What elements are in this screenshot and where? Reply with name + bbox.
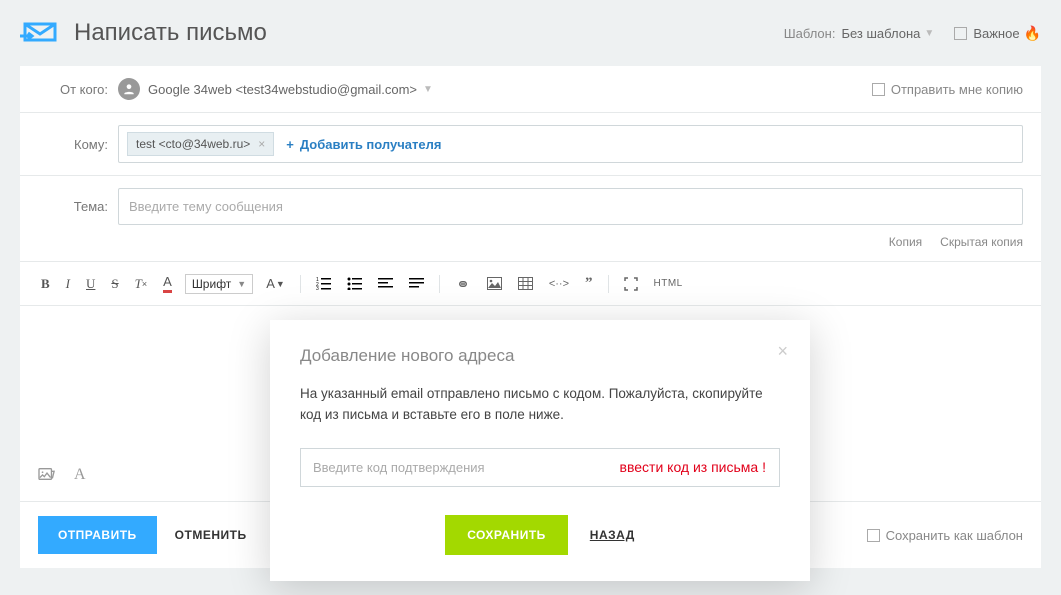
table-button[interactable] — [515, 275, 536, 292]
send-me-copy-label: Отправить мне копию — [891, 82, 1023, 97]
to-label: Кому: — [38, 137, 108, 152]
send-button[interactable]: ОТПРАВИТЬ — [38, 516, 157, 554]
checkbox-icon — [867, 529, 880, 542]
save-as-template-label: Сохранить как шаблон — [886, 528, 1023, 543]
quote-button[interactable]: ” — [582, 273, 596, 294]
strikethrough-button[interactable]: S — [108, 274, 121, 294]
attach-text-icon[interactable]: A — [74, 466, 86, 487]
attach-file-icon[interactable] — [38, 466, 56, 487]
clear-format-button[interactable]: T× — [132, 274, 151, 294]
add-recipient-label: Добавить получателя — [300, 137, 442, 152]
italic-button[interactable]: I — [63, 274, 73, 294]
template-label: Шаблон: — [784, 26, 836, 41]
from-label: От кого: — [38, 82, 108, 97]
underline-button[interactable]: U — [83, 274, 98, 294]
to-input-wrap[interactable]: test <cto@34web.ru> × + Добавить получат… — [118, 125, 1023, 163]
header: Написать письмо Шаблон: Без шаблона ▼ Ва… — [0, 0, 1061, 66]
cc-bcc-row: Копия Скрытая копия — [20, 231, 1041, 262]
template-value: Без шаблона — [841, 26, 920, 41]
fullscreen-button[interactable] — [621, 275, 641, 293]
font-size-button[interactable]: A▼ — [263, 274, 288, 293]
checkbox-icon — [954, 27, 967, 40]
modal-title: Добавление нового адреса — [300, 346, 780, 366]
close-icon[interactable]: × — [258, 137, 265, 151]
chevron-down-icon: ▼ — [924, 28, 934, 39]
align-button[interactable] — [375, 275, 396, 292]
recipient-chip[interactable]: test <cto@34web.ru> × — [127, 132, 274, 156]
svg-text:3: 3 — [316, 286, 319, 290]
important-toggle[interactable]: Важное 🔥 — [954, 25, 1041, 42]
modal-message: На указанный email отправлено письмо с к… — [300, 384, 780, 426]
subject-row: Тема: — [20, 176, 1041, 231]
add-recipient-button[interactable]: + Добавить получателя — [286, 137, 441, 152]
code-button[interactable]: <··> — [546, 276, 572, 292]
checkbox-icon — [872, 83, 885, 96]
link-button[interactable] — [452, 277, 474, 291]
confirmation-code-input[interactable] — [300, 448, 780, 487]
flame-icon: 🔥 — [1024, 25, 1041, 42]
bold-button[interactable]: B — [38, 274, 53, 294]
add-address-modal: × Добавление нового адреса На указанный … — [270, 320, 810, 581]
avatar-icon — [118, 78, 140, 100]
font-family-label: Шрифт — [192, 277, 231, 291]
chevron-down-icon: ▼ — [237, 279, 246, 289]
template-selector[interactable]: Шаблон: Без шаблона ▼ — [784, 26, 935, 41]
plus-icon: + — [286, 137, 294, 152]
chevron-down-icon: ▼ — [423, 84, 433, 95]
bcc-button[interactable]: Скрытая копия — [940, 235, 1023, 249]
cc-button[interactable]: Копия — [889, 235, 922, 249]
ordered-list-button[interactable]: 123 — [313, 275, 334, 292]
subject-input[interactable] — [118, 188, 1023, 225]
from-selector[interactable]: Google 34web <test34webstudio@gmail.com>… — [118, 78, 433, 100]
paragraph-button[interactable] — [406, 275, 427, 292]
important-label: Важное — [973, 26, 1019, 41]
font-family-select[interactable]: Шрифт ▼ — [185, 274, 253, 294]
from-value: Google 34web <test34webstudio@gmail.com> — [148, 82, 417, 97]
save-as-template-toggle[interactable]: Сохранить как шаблон — [867, 528, 1023, 543]
editor-toolbar: B I U S T× A Шрифт ▼ A▼ 123 — [20, 262, 1041, 306]
from-row: От кого: Google 34web <test34webstudio@g… — [20, 66, 1041, 113]
subject-label: Тема: — [38, 199, 108, 214]
close-icon[interactable]: × — [777, 342, 788, 360]
page-title: Написать письмо — [74, 19, 784, 47]
cancel-button[interactable]: ОТМЕНИТЬ — [175, 528, 247, 542]
to-row: Кому: test <cto@34web.ru> × + Добавить п… — [20, 113, 1041, 176]
modal-save-button[interactable]: СОХРАНИТЬ — [445, 515, 568, 555]
unordered-list-button[interactable] — [344, 275, 365, 292]
app-logo-icon — [20, 18, 60, 48]
recipient-chip-label: test <cto@34web.ru> — [136, 137, 250, 151]
send-me-copy-toggle[interactable]: Отправить мне копию — [872, 82, 1023, 97]
html-source-button[interactable]: HTML — [651, 276, 686, 291]
image-button[interactable] — [484, 275, 505, 292]
modal-back-button[interactable]: НАЗАД — [590, 528, 635, 542]
text-color-button[interactable]: A — [160, 272, 175, 295]
